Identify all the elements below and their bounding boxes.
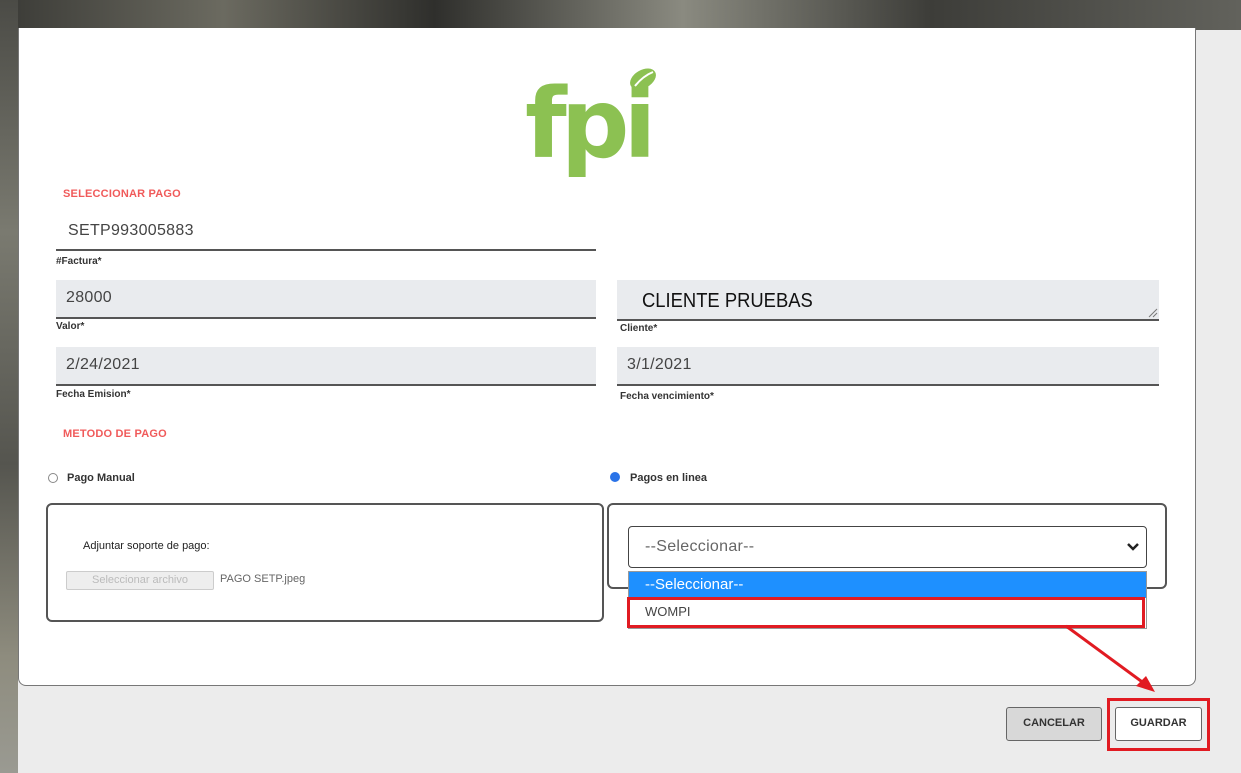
selected-file-name: PAGO SETP.jpeg <box>220 573 306 585</box>
cancel-button[interactable]: CANCELAR <box>1006 707 1102 741</box>
online-payment-label: Pagos en linea <box>630 472 708 484</box>
save-highlight-box <box>1107 698 1210 751</box>
resize-grip-icon[interactable] <box>1146 306 1158 318</box>
invoice-number-field[interactable]: SETP993005883 <box>68 222 194 240</box>
issue-date-field[interactable]: 2/24/2021 <box>56 347 596 386</box>
issue-date-label: Fecha Emision* <box>56 389 131 400</box>
radio-online-payment[interactable] <box>610 472 620 482</box>
fpi-logo: fpi <box>525 68 656 178</box>
attach-proof-label: Adjuntar soporte de pago: <box>83 540 210 552</box>
payment-gateway-select[interactable]: --Seleccionar-- <box>628 526 1147 568</box>
due-date-field[interactable]: 3/1/2021 <box>617 347 1159 386</box>
invoice-underline <box>56 249 596 251</box>
choose-file-button[interactable]: Seleccionar archivo <box>66 571 214 590</box>
chevron-down-icon[interactable] <box>1124 538 1142 556</box>
due-date-label: Fecha vencimiento* <box>620 391 714 402</box>
background-photo-left <box>0 0 18 773</box>
radio-manual-payment[interactable] <box>48 473 58 483</box>
amount-field[interactable]: 28000 <box>56 280 596 319</box>
amount-label: Valor* <box>56 321 85 332</box>
background-photo-top <box>0 0 1241 30</box>
option-seleccionar[interactable]: --Seleccionar-- <box>629 572 1146 598</box>
client-value: CLIENTE PRUEBAS <box>642 290 813 312</box>
section-select-payment: SELECCIONAR PAGO <box>63 188 181 200</box>
section-payment-method: METODO DE PAGO <box>63 428 167 440</box>
client-label: Cliente* <box>620 323 658 334</box>
annotation-arrow-icon <box>1065 624 1155 692</box>
manual-payment-panel <box>46 503 604 622</box>
invoice-label: #Factura* <box>56 256 102 267</box>
manual-payment-label: Pago Manual <box>67 472 135 484</box>
